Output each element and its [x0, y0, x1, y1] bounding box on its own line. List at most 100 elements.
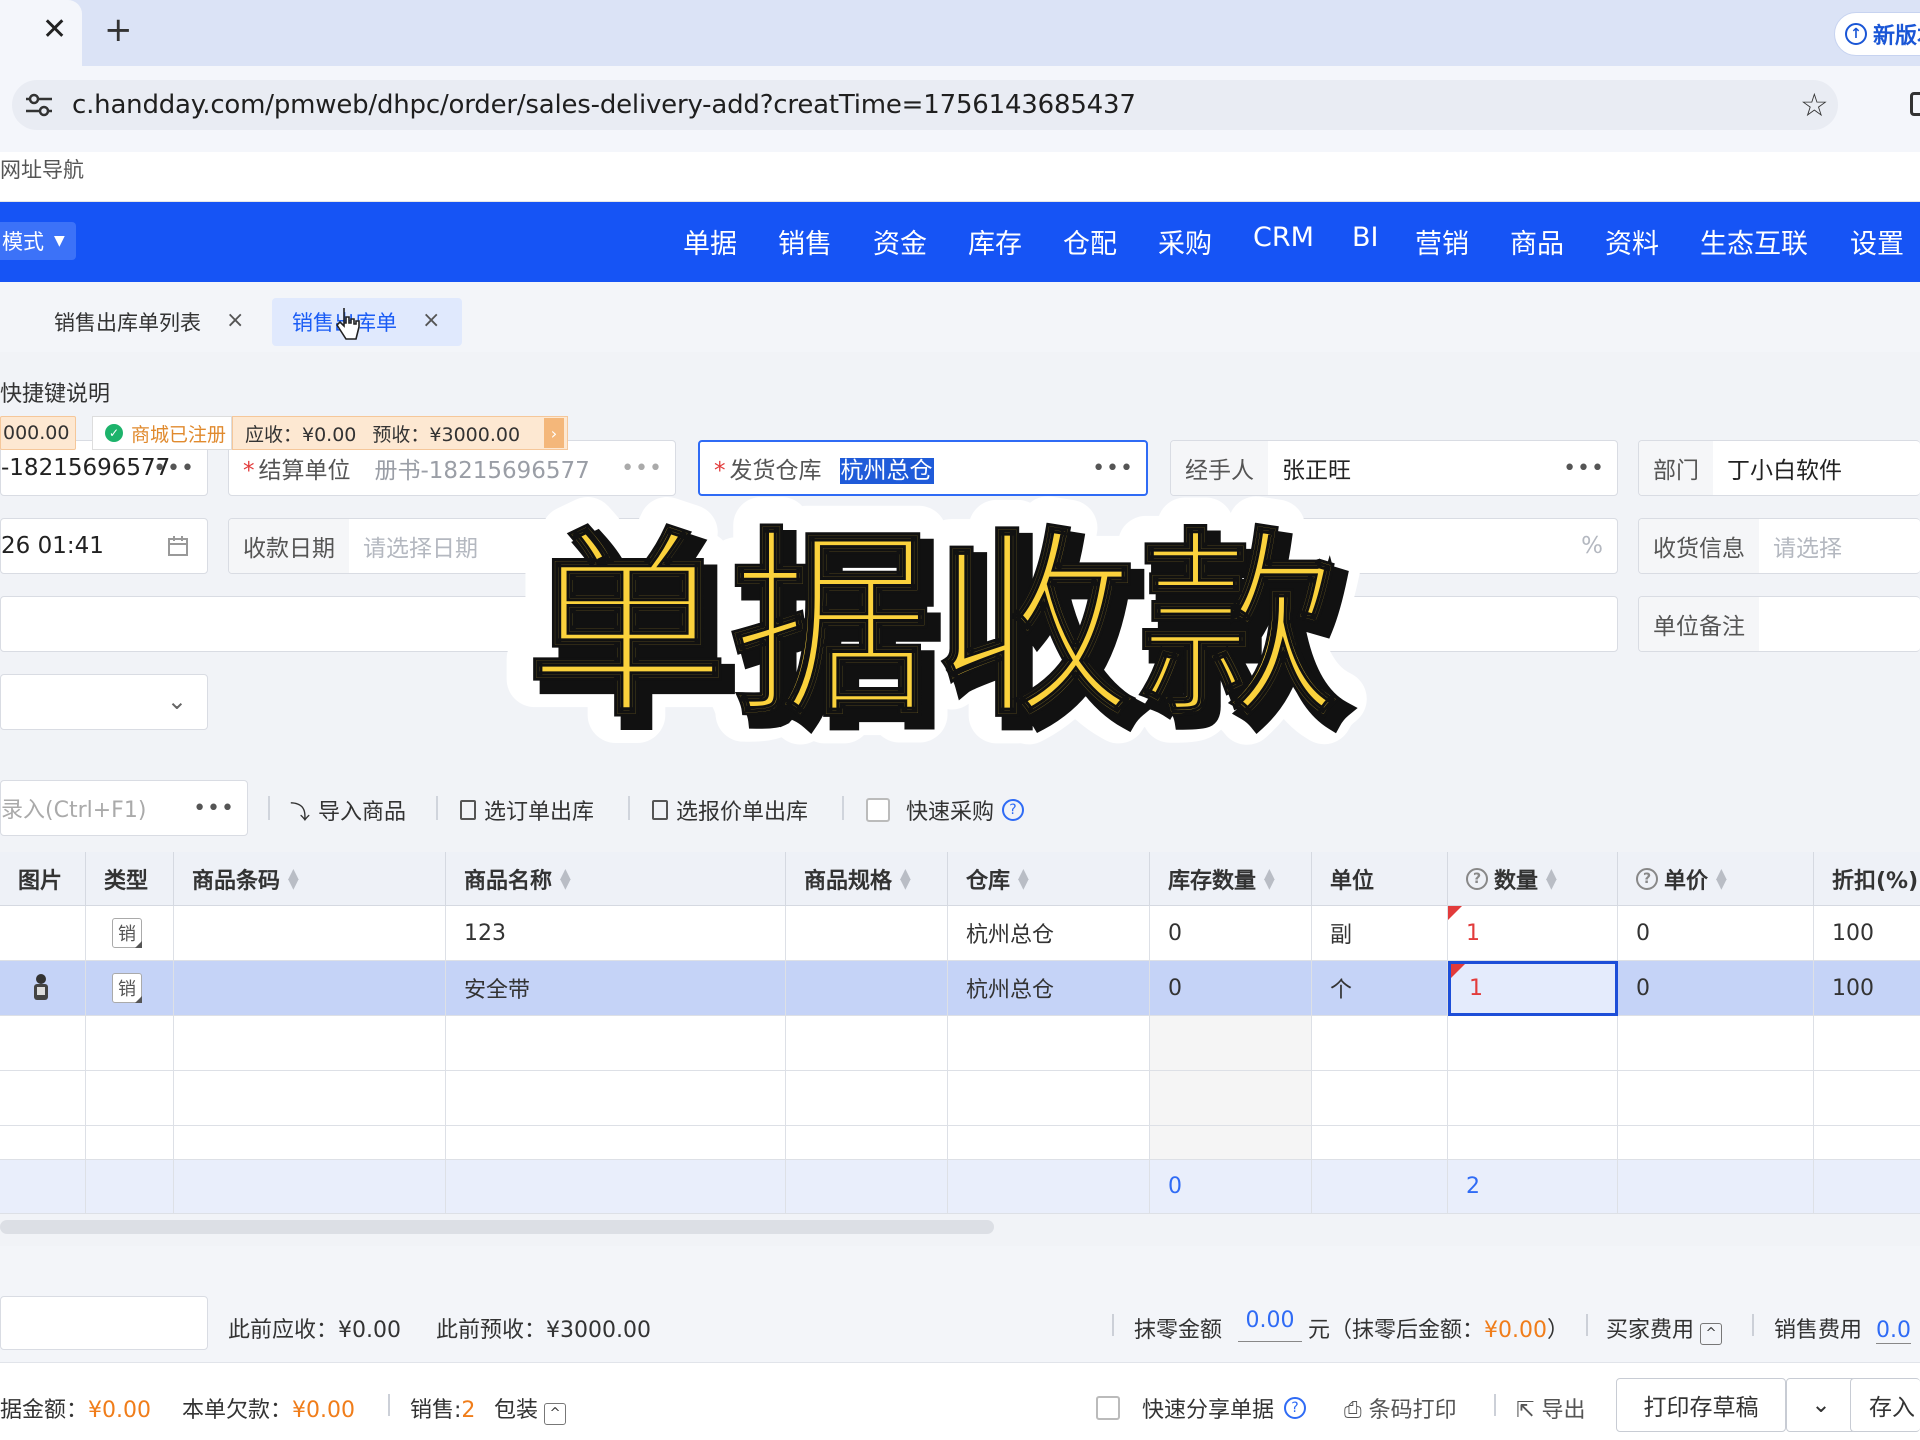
nav-item-bi[interactable]: BI [1352, 222, 1379, 253]
help-icon[interactable]: ? [1284, 1397, 1307, 1419]
empty-cell[interactable] [948, 1071, 1150, 1126]
save-button[interactable]: 存入 [1850, 1378, 1920, 1432]
calendar-icon[interactable] [167, 535, 189, 557]
empty-cell[interactable] [1618, 1071, 1814, 1126]
empty-cell[interactable] [446, 1071, 786, 1126]
quick-share-checkbox[interactable] [1096, 1396, 1120, 1420]
print-save-draft-button[interactable]: 打印存草稿 [1616, 1378, 1786, 1432]
select-quote-button[interactable]: 选报价单出库 [652, 794, 808, 826]
shortcut-help-link[interactable]: 快捷键说明 [0, 376, 110, 408]
cell-warehouse[interactable]: 杭州总仓 [948, 906, 1150, 961]
nav-item-settings[interactable]: 设置 [1850, 222, 1904, 261]
close-icon[interactable]: × [422, 308, 440, 333]
sort-icon[interactable]: ▲ ▼ [900, 867, 911, 891]
barcode-print-button[interactable]: ⎙ 条码打印 [1344, 1392, 1457, 1424]
quick-purchase-toggle[interactable]: 快速采购? [866, 794, 1025, 826]
more-icon[interactable]: ••• [1563, 456, 1605, 481]
cell-image[interactable] [0, 961, 86, 1016]
help-icon[interactable]: ? [1466, 867, 1488, 890]
cell-type[interactable]: 销 [86, 961, 174, 1016]
empty-cell[interactable] [1448, 1126, 1618, 1160]
empty-cell[interactable] [86, 1016, 174, 1071]
empty-cell[interactable] [0, 1126, 86, 1160]
empty-cell[interactable] [0, 1016, 86, 1071]
col-header-warehouse[interactable]: 仓库 ▲ ▼ [948, 852, 1150, 906]
sort-icon[interactable]: ▲ ▼ [1264, 867, 1275, 891]
more-icon[interactable]: ••• [193, 796, 235, 821]
mode-dropdown[interactable]: 模式 ▼ [0, 222, 76, 260]
cell-image[interactable] [0, 906, 86, 961]
package-toggle[interactable]: 包装 ^ [494, 1392, 567, 1425]
empty-cell[interactable] [786, 1016, 948, 1071]
empty-cell[interactable] [86, 1071, 174, 1126]
nav-item-crm[interactable]: CRM [1253, 222, 1314, 253]
sort-icon[interactable]: ▲ ▼ [560, 867, 571, 891]
cell-name[interactable]: 123 [446, 906, 786, 961]
cell-qty[interactable]: 1 [1448, 906, 1618, 961]
more-icon[interactable]: ••• [153, 456, 195, 481]
update-browser-button[interactable]: ↑新版本 [1834, 12, 1920, 56]
product-entry-input[interactable]: 录入(Ctrl+F1) ••• [0, 780, 248, 836]
import-products-button[interactable]: ⤵ 导入商品 [290, 794, 406, 826]
chevron-right-icon[interactable]: › [544, 418, 564, 448]
empty-cell[interactable] [174, 1126, 446, 1160]
empty-cell[interactable] [1814, 1016, 1920, 1071]
summary-remark-input[interactable] [0, 1296, 208, 1350]
new-tab-icon[interactable]: + [104, 10, 133, 50]
cell-price[interactable]: 0 [1618, 906, 1814, 961]
select-dropdown[interactable]: ⌄ [0, 674, 208, 730]
chevron-down-icon[interactable]: ⌄ [1786, 1378, 1856, 1432]
cell-price[interactable]: 0 [1618, 961, 1814, 1016]
col-header-price[interactable]: ? 单价 ▲ ▼ [1618, 852, 1814, 906]
more-icon[interactable]: ••• [1092, 456, 1134, 481]
empty-cell[interactable] [1814, 1071, 1920, 1126]
sort-icon[interactable]: ▲ ▼ [1716, 867, 1727, 891]
extensions-icon[interactable] [1910, 92, 1920, 116]
cell-unit[interactable]: 个 [1312, 961, 1448, 1016]
receive-info-field[interactable]: 收货信息 请选择 [1638, 518, 1920, 574]
tab-close-icon[interactable]: ✕ [42, 12, 67, 47]
nav-item-purchase[interactable]: 采购 [1158, 222, 1212, 261]
chevron-up-icon[interactable]: ^ [544, 1402, 567, 1425]
site-settings-icon[interactable] [24, 92, 54, 118]
empty-cell[interactable] [1814, 1126, 1920, 1160]
sort-icon[interactable]: ▲ ▼ [288, 867, 299, 891]
nav-item-ecosystem[interactable]: 生态互联 [1700, 222, 1808, 261]
horizontal-scrollbar[interactable] [0, 1220, 994, 1234]
sort-icon[interactable]: ▲ ▼ [1546, 867, 1557, 891]
col-header-name[interactable]: 商品名称 ▲ ▼ [446, 852, 786, 906]
help-icon[interactable]: ? [1002, 799, 1025, 821]
empty-cell[interactable] [1312, 1126, 1448, 1160]
buyer-fee-toggle[interactable]: 买家费用 ^ [1606, 1312, 1723, 1345]
cell-qty-active[interactable]: 1 [1448, 961, 1618, 1016]
quick-purchase-checkbox[interactable] [866, 798, 890, 822]
nav-item-sales[interactable]: 销售 [778, 222, 832, 261]
nav-item-marketing[interactable]: 营销 [1415, 222, 1469, 261]
unit-remark-field[interactable]: 单位备注 [1638, 596, 1920, 652]
empty-cell[interactable] [86, 1126, 174, 1160]
empty-cell[interactable] [446, 1126, 786, 1160]
empty-cell[interactable] [1448, 1016, 1618, 1071]
sales-fee[interactable]: 销售费用 0.0 [1774, 1312, 1912, 1344]
sort-icon[interactable]: ▲ ▼ [1018, 867, 1029, 891]
nav-item-inventory[interactable]: 库存 [968, 222, 1022, 261]
col-header-spec[interactable]: 商品规格 ▲ ▼ [786, 852, 948, 906]
empty-cell[interactable] [948, 1016, 1150, 1071]
cell-discount[interactable]: 100 [1814, 961, 1920, 1016]
empty-cell[interactable] [1312, 1016, 1448, 1071]
empty-cell[interactable] [1448, 1071, 1618, 1126]
empty-cell[interactable] [174, 1071, 446, 1126]
bookmark-star-icon[interactable]: ☆ [1800, 86, 1829, 124]
cell-barcode[interactable] [174, 961, 446, 1016]
department-field[interactable]: 部门 丁小白软件 [1638, 440, 1920, 496]
col-header-qty[interactable]: ? 数量 ▲ ▼ [1448, 852, 1618, 906]
export-button[interactable]: ⇱ 导出 [1516, 1392, 1585, 1424]
cell-spec[interactable] [786, 961, 948, 1016]
cell-warehouse[interactable]: 杭州总仓 [948, 961, 1150, 1016]
empty-cell[interactable] [446, 1016, 786, 1071]
nav-item-funds[interactable]: 资金 [873, 222, 927, 261]
browser-active-tab[interactable] [0, 0, 82, 68]
empty-cell[interactable] [1618, 1126, 1814, 1160]
nav-item-distribution[interactable]: 仓配 [1063, 222, 1117, 261]
empty-cell[interactable] [1618, 1016, 1814, 1071]
